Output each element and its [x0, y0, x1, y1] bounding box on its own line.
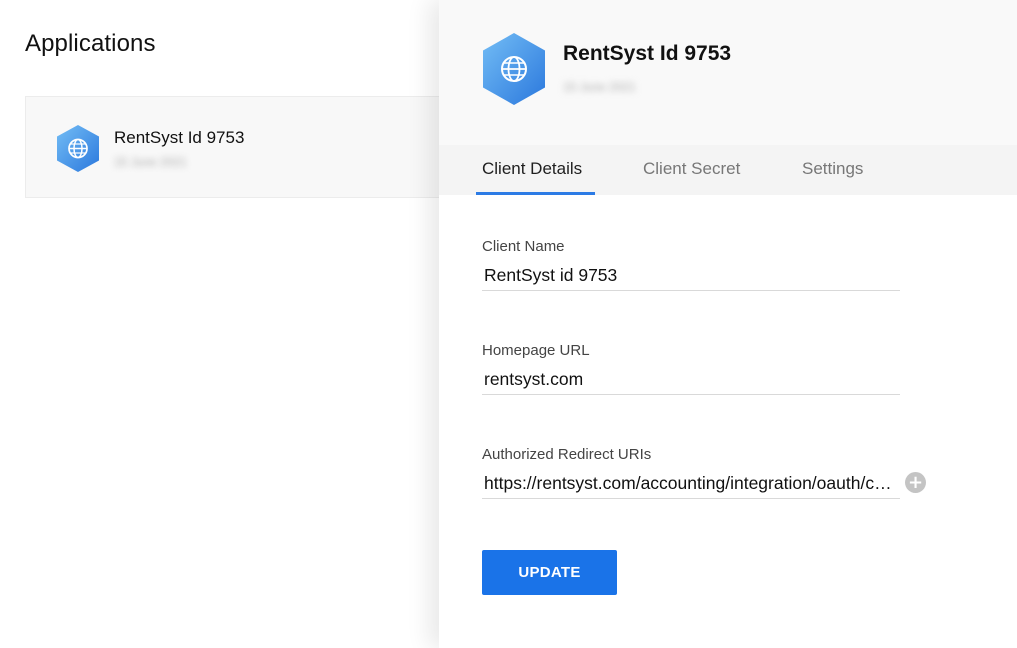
globe-icon	[481, 32, 547, 106]
application-subtitle: 15 June 2021	[114, 155, 187, 169]
plus-circle-icon[interactable]: +	[905, 472, 926, 493]
redirect-uri-input[interactable]	[482, 469, 900, 499]
application-name: RentSyst Id 9753	[114, 128, 245, 147]
globe-icon	[55, 124, 101, 173]
client-app-subtitle: 15 June 2021	[563, 80, 636, 94]
client-app-name: RentSyst Id 9753	[563, 42, 732, 65]
client-name-input[interactable]	[482, 261, 900, 291]
active-tab-indicator	[476, 192, 595, 195]
panel-header: RentSyst Id 9753 15 June 2021	[439, 0, 1017, 145]
application-card[interactable]: RentSyst Id 9753 15 June 2021	[25, 96, 465, 198]
page-title: Applications	[25, 30, 156, 57]
update-button[interactable]: UPDATE	[482, 550, 617, 595]
client-detail-panel: RentSyst Id 9753 15 June 2021 Client Det…	[439, 0, 1017, 648]
client-name-label: Client Name	[482, 238, 565, 255]
redirect-uris-label: Authorized Redirect URIs	[482, 446, 652, 463]
tab-settings[interactable]: Settings	[802, 159, 863, 179]
homepage-url-label: Homepage URL	[482, 342, 590, 359]
tab-bar: Client Details Client Secret Settings	[439, 145, 1017, 195]
homepage-url-input[interactable]	[482, 365, 900, 395]
tab-client-details[interactable]: Client Details	[482, 159, 582, 179]
tab-client-secret[interactable]: Client Secret	[643, 159, 740, 179]
